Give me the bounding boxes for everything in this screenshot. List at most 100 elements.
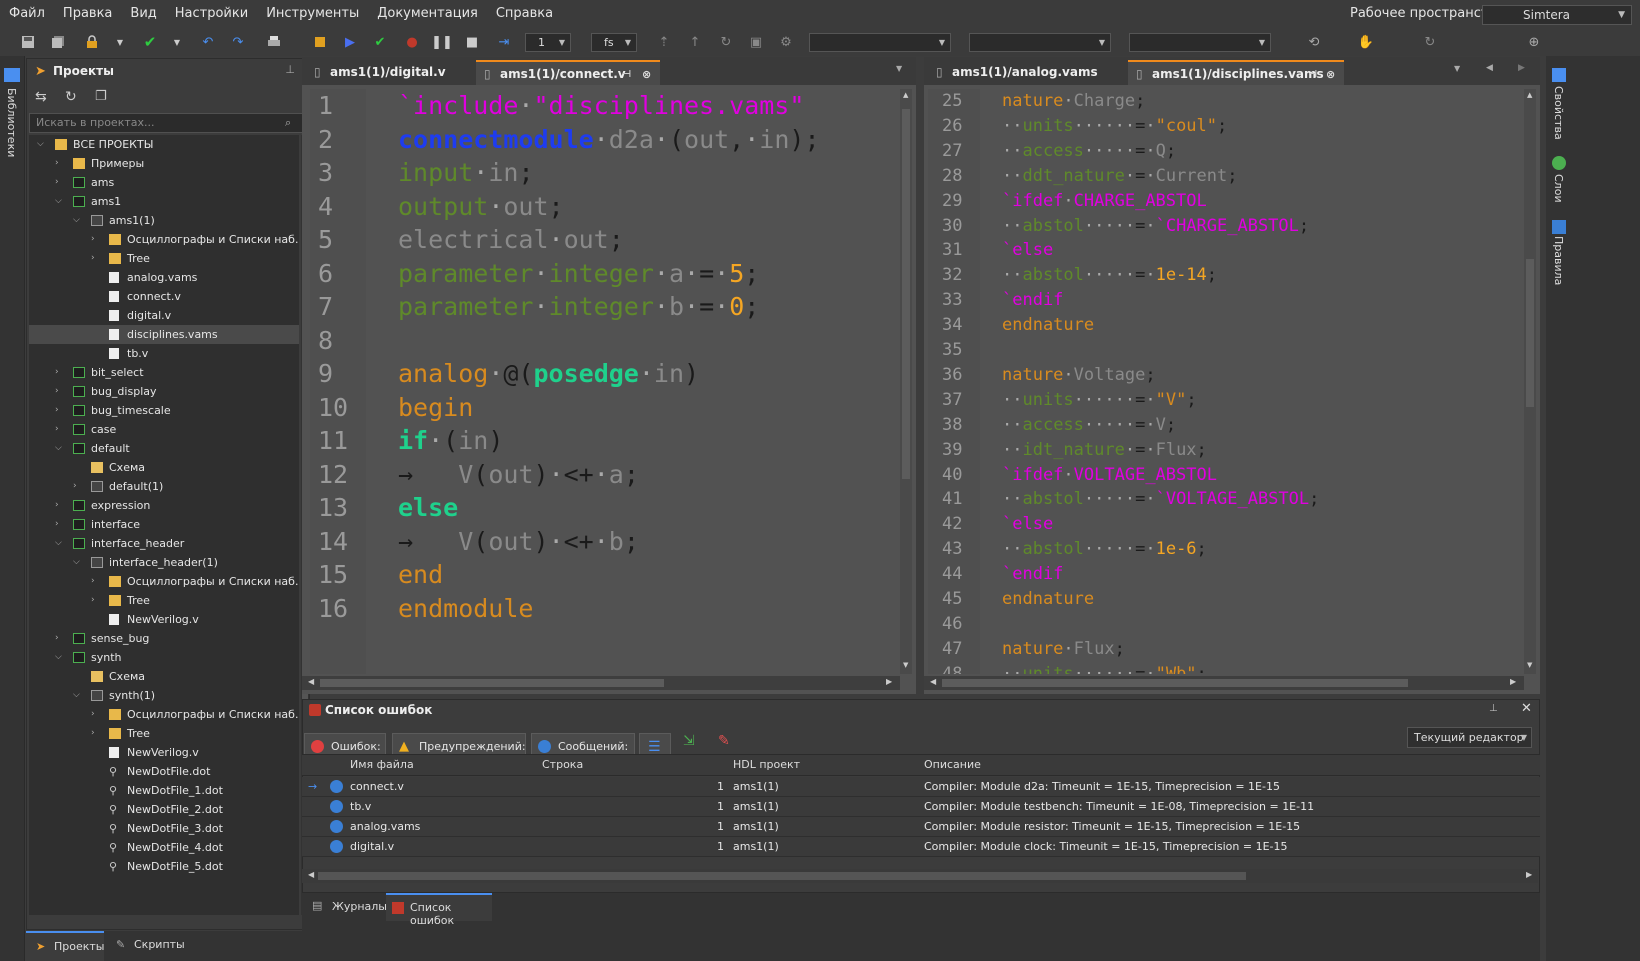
workspace-select[interactable]: Simtera ▼	[1482, 5, 1632, 25]
chevron-down-icon[interactable]: ⌵	[55, 192, 65, 211]
table-row[interactable]: digital.v 1 ams1(1) Compiler: Module clock:…	[302, 837, 1540, 857]
chevron-right-icon[interactable]: ›	[55, 154, 65, 173]
menu-tools[interactable]: Инструменты	[257, 0, 368, 28]
pause-icon[interactable]: ❚❚	[431, 32, 453, 52]
route-icon[interactable]: ⟲	[1304, 32, 1324, 52]
tree-item[interactable]: ⌵ ams1	[29, 192, 299, 211]
tree-item[interactable]: NewVerilog.v	[29, 610, 299, 629]
tree-item[interactable]: › ams	[29, 173, 299, 192]
tree-item[interactable]: Схема	[29, 458, 299, 477]
scrollbar-thumb[interactable]	[942, 679, 1408, 687]
chevron-right-icon[interactable]: ›	[91, 572, 101, 591]
menu-docs[interactable]: Документация	[368, 0, 487, 28]
tab-rules[interactable]: Правила	[1552, 236, 1565, 285]
table-row[interactable]: tb.v 1 ams1(1) Compiler: Module testbench: …	[302, 797, 1540, 817]
tree-item[interactable]: › bug_timescale	[29, 401, 299, 420]
menu-settings[interactable]: Настройки	[166, 0, 257, 28]
stop-icon[interactable]: ■	[462, 32, 482, 52]
chevron-right-icon[interactable]: ›	[91, 249, 101, 268]
pin-icon[interactable]: ⊣	[622, 62, 631, 87]
chevron-down-icon[interactable]: ⌵	[73, 553, 83, 572]
chevron-right-icon[interactable]: ›	[91, 230, 101, 249]
menu-file[interactable]: Файл	[0, 0, 54, 28]
search-icon[interactable]: ⌕	[285, 116, 291, 130]
tree-item[interactable]: ⌵ interface_header(1)	[29, 553, 299, 572]
tab-projects[interactable]: ➤ Проекты	[26, 931, 105, 961]
col-project[interactable]: HDL проект	[733, 755, 800, 775]
tab-digital[interactable]: ▯ ams1(1)/digital.v	[306, 60, 474, 85]
compile-icon[interactable]	[310, 32, 330, 52]
run-icon[interactable]: ▶	[340, 32, 360, 52]
code-area[interactable]: 1 `include·"disciplines.vams" 2 connectmodu…	[302, 89, 898, 674]
tree-item[interactable]: › Осциллографы и Списки наб...	[29, 230, 299, 249]
menu-edit[interactable]: Правка	[54, 0, 121, 28]
check-icon[interactable]: ✔	[140, 32, 160, 52]
scroll-up-icon[interactable]: ▲	[903, 91, 908, 99]
tab-logs[interactable]: ▤ Журналы	[306, 893, 387, 921]
tree-item[interactable]: › bug_display	[29, 382, 299, 401]
vertical-scrollbar[interactable]: ▲ ▼	[900, 89, 912, 674]
horizontal-scrollbar[interactable]: ◀ ▶	[924, 676, 1524, 690]
step-count-select[interactable]: 1 ▼	[525, 33, 571, 52]
eraser-icon[interactable]: ✎	[718, 733, 730, 749]
tab-analog[interactable]: ▯ ams1(1)/analog.vams	[928, 60, 1124, 85]
tree-item[interactable]: digital.v	[29, 306, 299, 325]
print-icon[interactable]	[264, 32, 284, 52]
refresh-icon[interactable]: ↻	[65, 89, 77, 105]
scroll-left-icon[interactable]: ◀	[930, 677, 936, 686]
tree-item[interactable]: ⚲ NewDotFile.dot	[29, 762, 299, 781]
scrollbar-thumb[interactable]	[320, 679, 664, 687]
chevron-right-icon[interactable]: ›	[55, 363, 65, 382]
code-area[interactable]: 25 nature·Charge; 26 ··units······=·"coul";…	[924, 89, 1522, 674]
pin-icon[interactable]: ⊥	[285, 63, 295, 76]
tree-item[interactable]: › case	[29, 420, 299, 439]
library-tab[interactable]: Библиотеки	[5, 88, 18, 157]
tree-item[interactable]: analog.vams	[29, 268, 299, 287]
combo-1[interactable]: ▼	[809, 33, 951, 52]
save-all-icon[interactable]	[48, 32, 68, 52]
pin-icon[interactable]: ⊣	[1308, 62, 1317, 87]
step-icon[interactable]: ⇥	[494, 32, 514, 52]
chevron-right-icon[interactable]: ›	[91, 591, 101, 610]
scroll-tabs-left-icon[interactable]: ◀	[1486, 63, 1493, 73]
col-file[interactable]: Имя файла	[350, 755, 414, 775]
close-icon[interactable]: ⊗	[1326, 62, 1335, 87]
undo-icon[interactable]: ↶	[198, 32, 218, 52]
tab-connect[interactable]: ▯ ams1(1)/connect.v ⊣ ⊗	[476, 60, 660, 85]
scroll-up-icon[interactable]: ▲	[1527, 91, 1532, 99]
tree-item[interactable]: ⚲ NewDotFile_5.dot	[29, 857, 299, 876]
tree-item[interactable]: Схема	[29, 667, 299, 686]
chevron-right-icon[interactable]: ›	[55, 629, 65, 648]
scrollbar-thumb[interactable]	[1526, 259, 1534, 407]
chevron-right-icon[interactable]: ›	[55, 173, 65, 192]
chevron-right-icon[interactable]: ›	[55, 401, 65, 420]
tab-properties[interactable]: Свойства	[1552, 86, 1565, 140]
redo-icon[interactable]: ↷	[228, 32, 248, 52]
chevron-right-icon[interactable]: ›	[91, 724, 101, 743]
tree-item[interactable]: › Tree	[29, 249, 299, 268]
table-row[interactable]: analog.vams 1 ams1(1) Compiler: Module resi…	[302, 817, 1540, 837]
scroll-left-icon[interactable]: ◀	[308, 677, 314, 686]
chevron-down-icon[interactable]: ⌵	[55, 439, 65, 458]
vertical-scrollbar[interactable]: ▲ ▼	[1524, 89, 1536, 674]
export-icon[interactable]: ⇲	[683, 733, 695, 749]
tab-error-list[interactable]: Список ошибок	[386, 893, 492, 927]
col-description[interactable]: Описание	[924, 755, 981, 775]
loop-icon[interactable]: ↻	[716, 32, 736, 52]
chevron-down-icon[interactable]: ▼	[896, 64, 902, 73]
combo-2[interactable]: ▼	[969, 33, 1111, 52]
tree-item[interactable]: ⚲ NewDotFile_1.dot	[29, 781, 299, 800]
collapse-all-icon[interactable]: ❐	[95, 89, 107, 104]
col-line[interactable]: Строка	[542, 755, 583, 775]
chevron-right-icon[interactable]: ›	[55, 515, 65, 534]
hand-icon[interactable]: ✋	[1356, 32, 1376, 52]
chevron-down-icon[interactable]: ▼	[167, 32, 187, 52]
tree-item[interactable]: ⌵ synth	[29, 648, 299, 667]
zoom-icon[interactable]: ⊕	[1524, 32, 1544, 52]
menu-view[interactable]: Вид	[121, 0, 165, 28]
chip-icon[interactable]: ▣	[746, 32, 766, 52]
pin-icon[interactable]: ⊥	[1489, 703, 1498, 714]
tree-item[interactable]: ⚲ NewDotFile_3.dot	[29, 819, 299, 838]
tree-item[interactable]: ⚲ NewDotFile_4.dot	[29, 838, 299, 857]
scroll-down-icon[interactable]: ▼	[903, 661, 908, 669]
